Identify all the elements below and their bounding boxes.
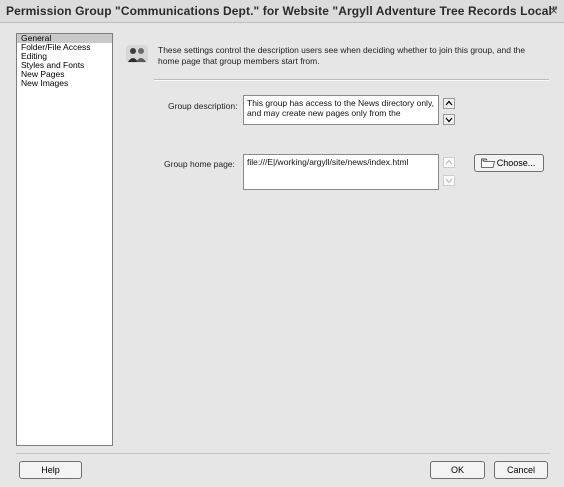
permission-group-dialog: Permission Group "Communications Dept." … <box>0 0 564 487</box>
info-description: These settings control the description u… <box>158 45 526 66</box>
scroll-down-icon[interactable] <box>443 114 455 125</box>
category-list: General Folder/File Access Editing Style… <box>16 33 113 446</box>
scroll-up-icon <box>443 157 455 168</box>
choose-button-label: Choose... <box>496 158 536 168</box>
cancel-button[interactable]: Cancel <box>494 461 548 479</box>
group-home-page-field[interactable]: file:///E|/working/argyll/site/news/inde… <box>243 154 439 190</box>
title-bar[interactable]: Permission Group "Communications Dept." … <box>0 0 564 23</box>
close-icon[interactable]: × <box>550 3 562 18</box>
folder-icon <box>481 158 495 168</box>
ok-button[interactable]: OK <box>430 461 485 479</box>
divider <box>154 79 549 81</box>
general-panel: These settings control the description u… <box>124 33 550 444</box>
divider <box>16 453 550 454</box>
choose-button[interactable]: Choose... <box>474 154 544 172</box>
group-description-label: Group description: <box>168 101 238 111</box>
scroll-down-icon <box>443 175 455 186</box>
sidebar-item-new-images[interactable]: New Images <box>17 79 112 88</box>
group-description-field[interactable]: This group has access to the News direct… <box>243 95 439 125</box>
window-title: Permission Group "Communications Dept." … <box>6 4 558 18</box>
group-people-icon <box>126 45 148 63</box>
help-button[interactable]: Help <box>19 461 82 479</box>
group-home-page-label: Group home page: <box>164 159 235 169</box>
scroll-up-icon[interactable] <box>443 98 455 109</box>
